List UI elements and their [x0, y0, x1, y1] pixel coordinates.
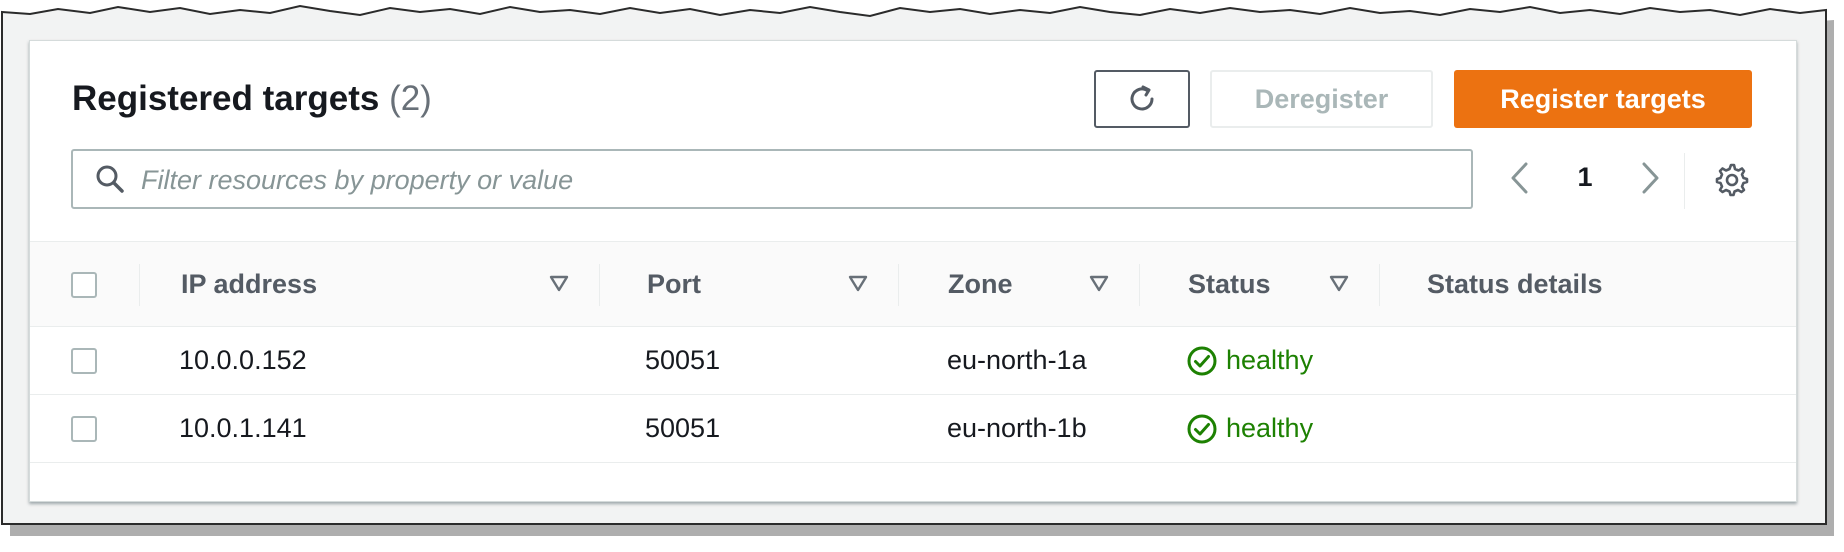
refresh-button[interactable] [1094, 70, 1190, 128]
deregister-button[interactable]: Deregister [1210, 70, 1433, 128]
table-header: IP address Port Zone Status Status detai… [30, 242, 1796, 327]
cell-ip-address: 10.0.0.152 [179, 345, 307, 375]
search-icon [96, 165, 124, 193]
status-text: healthy [1226, 345, 1314, 375]
search-input[interactable] [139, 159, 1463, 201]
status-text: healthy [1226, 413, 1314, 443]
column-divider [1379, 264, 1380, 306]
column-header-status-details: Status details [1427, 268, 1603, 299]
column-header-port[interactable]: Port [647, 242, 701, 326]
column-divider [898, 264, 899, 306]
row-checkbox[interactable] [71, 416, 97, 442]
table-row[interactable]: 10.0.0.152 50051 eu-north-1a healthy [30, 327, 1796, 395]
cell-status: healthy [1186, 327, 1313, 394]
cell-status: healthy [1186, 395, 1313, 462]
table-row[interactable]: 10.0.1.141 50051 eu-north-1b healthy [30, 395, 1796, 463]
cell-zone: eu-north-1b [947, 413, 1087, 443]
column-header-status[interactable]: Status [1188, 242, 1271, 326]
select-all-checkbox[interactable] [71, 272, 97, 298]
sort-triangle-icon[interactable] [549, 275, 569, 293]
registered-targets-panel: Registered targets (2) Deregister Regist… [29, 40, 1797, 502]
cell-port: 50051 [645, 345, 721, 375]
pager-divider [1684, 153, 1685, 209]
title-text: Registered targets [72, 79, 380, 118]
chevron-left-icon[interactable] [1508, 161, 1532, 195]
column-header-zone[interactable]: Zone [948, 242, 1013, 326]
column-divider [1139, 264, 1140, 306]
row-checkbox[interactable] [71, 348, 97, 374]
column-divider [599, 264, 600, 306]
check-circle-icon [1186, 413, 1218, 445]
cell-port: 50051 [645, 413, 721, 443]
chevron-right-icon[interactable] [1638, 161, 1662, 195]
sort-triangle-icon[interactable] [1089, 275, 1109, 293]
panel-title: Registered targets (2) [72, 79, 432, 119]
search-box[interactable] [71, 149, 1473, 209]
gear-icon[interactable] [1715, 163, 1749, 197]
target-count: (2) [389, 79, 432, 118]
register-targets-button[interactable]: Register targets [1454, 70, 1752, 128]
current-page[interactable]: 1 [1570, 162, 1600, 193]
panel-header: Registered targets (2) Deregister Regist… [30, 41, 1796, 242]
cell-zone: eu-north-1a [947, 345, 1087, 375]
cell-ip-address: 10.0.1.141 [179, 413, 307, 443]
column-header-ip-address[interactable]: IP address [181, 242, 317, 326]
sort-triangle-icon[interactable] [848, 275, 868, 293]
column-divider [139, 264, 140, 306]
sort-triangle-icon[interactable] [1329, 275, 1349, 293]
check-circle-icon [1186, 345, 1218, 377]
refresh-icon [1130, 85, 1154, 111]
